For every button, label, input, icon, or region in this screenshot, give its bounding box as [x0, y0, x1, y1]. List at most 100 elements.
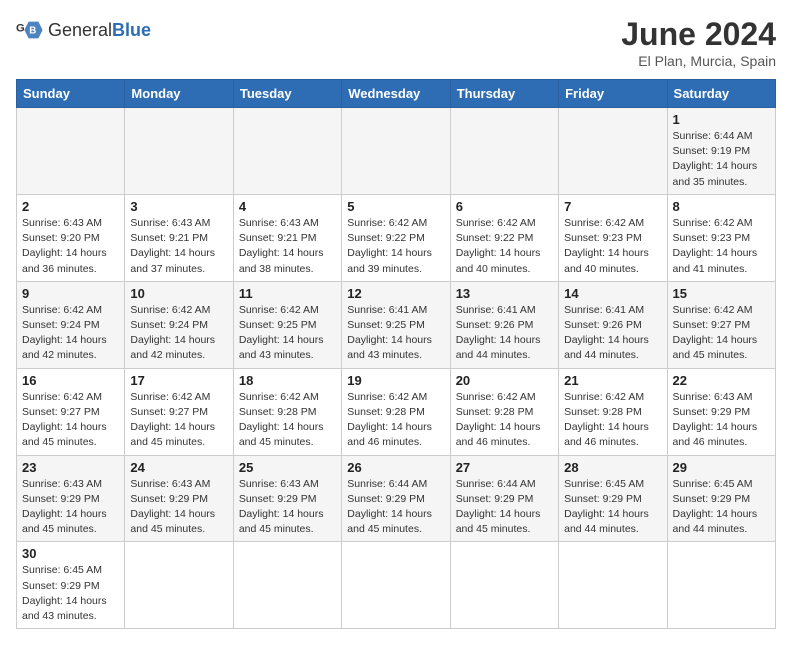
day-number: 9 [22, 286, 119, 301]
calendar-cell: 27 Sunrise: 6:44 AM Sunset: 9:29 PM Dayli… [450, 455, 558, 542]
calendar-cell [559, 542, 667, 629]
col-header-sunday: Sunday [17, 80, 125, 108]
day-info: Sunrise: 6:42 AM Sunset: 9:23 PM Dayligh… [564, 216, 661, 277]
day-number: 27 [456, 460, 553, 475]
calendar-cell: 11 Sunrise: 6:42 AM Sunset: 9:25 PM Dayli… [233, 281, 341, 368]
calendar-cell: 15 Sunrise: 6:42 AM Sunset: 9:27 PM Dayli… [667, 281, 775, 368]
svg-text:B: B [29, 26, 36, 37]
generalblue-logo-icon: G B [16, 16, 44, 44]
calendar-cell: 2Sunrise: 6:43 AM Sunset: 9:20 PM Daylig… [17, 194, 125, 281]
calendar-cell [450, 542, 558, 629]
calendar-cell [125, 108, 233, 195]
calendar-header-row: SundayMondayTuesdayWednesdayThursdayFrid… [17, 80, 776, 108]
calendar-cell [559, 108, 667, 195]
calendar-cell: 5 Sunrise: 6:42 AM Sunset: 9:22 PM Daylig… [342, 194, 450, 281]
day-info: Sunrise: 6:43 AM Sunset: 9:29 PM Dayligh… [22, 477, 119, 538]
col-header-tuesday: Tuesday [233, 80, 341, 108]
day-info: Sunrise: 6:43 AM Sunset: 9:21 PM Dayligh… [239, 216, 336, 277]
day-info: Sunrise: 6:41 AM Sunset: 9:25 PM Dayligh… [347, 303, 444, 364]
day-info: Sunrise: 6:44 AM Sunset: 9:29 PM Dayligh… [456, 477, 553, 538]
day-info: Sunrise: 6:42 AM Sunset: 9:22 PM Dayligh… [456, 216, 553, 277]
calendar-cell: 21 Sunrise: 6:42 AM Sunset: 9:28 PM Dayli… [559, 368, 667, 455]
calendar-cell: 14Sunrise: 6:41 AM Sunset: 9:26 PM Dayli… [559, 281, 667, 368]
calendar-week-row: 16 Sunrise: 6:42 AM Sunset: 9:27 PM Dayli… [17, 368, 776, 455]
day-info: Sunrise: 6:43 AM Sunset: 9:29 PM Dayligh… [130, 477, 227, 538]
day-number: 30 [22, 546, 119, 561]
calendar-cell [17, 108, 125, 195]
day-number: 5 [347, 199, 444, 214]
day-number: 18 [239, 373, 336, 388]
calendar-cell: 4 Sunrise: 6:43 AM Sunset: 9:21 PM Daylig… [233, 194, 341, 281]
day-number: 2 [22, 199, 119, 214]
day-info: Sunrise: 6:42 AM Sunset: 9:24 PM Dayligh… [130, 303, 227, 364]
day-number: 14 [564, 286, 661, 301]
calendar-cell [233, 542, 341, 629]
day-number: 23 [22, 460, 119, 475]
col-header-friday: Friday [559, 80, 667, 108]
svg-text:G: G [16, 22, 25, 34]
day-number: 1 [673, 112, 770, 127]
day-info: Sunrise: 6:44 AM Sunset: 9:19 PM Dayligh… [673, 129, 770, 190]
day-info: Sunrise: 6:42 AM Sunset: 9:24 PM Dayligh… [22, 303, 119, 364]
day-number: 8 [673, 199, 770, 214]
calendar-cell: 28Sunrise: 6:45 AM Sunset: 9:29 PM Dayli… [559, 455, 667, 542]
calendar-cell: 16 Sunrise: 6:42 AM Sunset: 9:27 PM Dayli… [17, 368, 125, 455]
day-number: 7 [564, 199, 661, 214]
day-number: 26 [347, 460, 444, 475]
page-header: G B GeneralBlue June 2024 El Plan, Murci… [16, 16, 776, 69]
day-info: Sunrise: 6:44 AM Sunset: 9:29 PM Dayligh… [347, 477, 444, 538]
day-info: Sunrise: 6:43 AM Sunset: 9:29 PM Dayligh… [673, 390, 770, 451]
day-info: Sunrise: 6:42 AM Sunset: 9:27 PM Dayligh… [22, 390, 119, 451]
calendar-cell: 10 Sunrise: 6:42 AM Sunset: 9:24 PM Dayli… [125, 281, 233, 368]
calendar-cell: 23 Sunrise: 6:43 AM Sunset: 9:29 PM Dayli… [17, 455, 125, 542]
calendar-cell: 26 Sunrise: 6:44 AM Sunset: 9:29 PM Dayli… [342, 455, 450, 542]
calendar-cell: 7 Sunrise: 6:42 AM Sunset: 9:23 PM Daylig… [559, 194, 667, 281]
calendar-cell: 18 Sunrise: 6:42 AM Sunset: 9:28 PM Dayli… [233, 368, 341, 455]
day-number: 13 [456, 286, 553, 301]
day-number: 16 [22, 373, 119, 388]
col-header-thursday: Thursday [450, 80, 558, 108]
day-info: Sunrise: 6:42 AM Sunset: 9:27 PM Dayligh… [130, 390, 227, 451]
day-number: 11 [239, 286, 336, 301]
day-info: Sunrise: 6:42 AM Sunset: 9:22 PM Dayligh… [347, 216, 444, 277]
day-number: 6 [456, 199, 553, 214]
day-number: 10 [130, 286, 227, 301]
calendar-cell: 12 Sunrise: 6:41 AM Sunset: 9:25 PM Dayli… [342, 281, 450, 368]
day-info: Sunrise: 6:42 AM Sunset: 9:28 PM Dayligh… [456, 390, 553, 451]
calendar-cell: 9 Sunrise: 6:42 AM Sunset: 9:24 PM Daylig… [17, 281, 125, 368]
day-info: Sunrise: 6:45 AM Sunset: 9:29 PM Dayligh… [22, 563, 119, 624]
logo-text: GeneralBlue [48, 20, 151, 41]
calendar-cell [342, 542, 450, 629]
day-info: Sunrise: 6:42 AM Sunset: 9:28 PM Dayligh… [239, 390, 336, 451]
day-info: Sunrise: 6:42 AM Sunset: 9:23 PM Dayligh… [673, 216, 770, 277]
day-info: Sunrise: 6:41 AM Sunset: 9:26 PM Dayligh… [456, 303, 553, 364]
calendar-title: June 2024 [621, 16, 776, 53]
day-info: Sunrise: 6:42 AM Sunset: 9:27 PM Dayligh… [673, 303, 770, 364]
calendar-cell [450, 108, 558, 195]
calendar-cell: 17 Sunrise: 6:42 AM Sunset: 9:27 PM Dayli… [125, 368, 233, 455]
calendar-cell [342, 108, 450, 195]
calendar-cell: 22Sunrise: 6:43 AM Sunset: 9:29 PM Dayli… [667, 368, 775, 455]
calendar-cell [233, 108, 341, 195]
day-info: Sunrise: 6:42 AM Sunset: 9:28 PM Dayligh… [347, 390, 444, 451]
day-number: 24 [130, 460, 227, 475]
day-number: 21 [564, 373, 661, 388]
calendar-week-row: 1 Sunrise: 6:44 AM Sunset: 9:19 PM Daylig… [17, 108, 776, 195]
day-number: 4 [239, 199, 336, 214]
day-info: Sunrise: 6:42 AM Sunset: 9:25 PM Dayligh… [239, 303, 336, 364]
calendar-week-row: 2Sunrise: 6:43 AM Sunset: 9:20 PM Daylig… [17, 194, 776, 281]
col-header-wednesday: Wednesday [342, 80, 450, 108]
title-block: June 2024 El Plan, Murcia, Spain [621, 16, 776, 69]
calendar-cell: 25Sunrise: 6:43 AM Sunset: 9:29 PM Dayli… [233, 455, 341, 542]
day-info: Sunrise: 6:43 AM Sunset: 9:29 PM Dayligh… [239, 477, 336, 538]
day-number: 3 [130, 199, 227, 214]
calendar-cell [125, 542, 233, 629]
calendar-cell: 3Sunrise: 6:43 AM Sunset: 9:21 PM Daylig… [125, 194, 233, 281]
day-info: Sunrise: 6:42 AM Sunset: 9:28 PM Dayligh… [564, 390, 661, 451]
calendar-cell: 29Sunrise: 6:45 AM Sunset: 9:29 PM Dayli… [667, 455, 775, 542]
day-number: 17 [130, 373, 227, 388]
day-info: Sunrise: 6:45 AM Sunset: 9:29 PM Dayligh… [673, 477, 770, 538]
day-number: 12 [347, 286, 444, 301]
day-number: 15 [673, 286, 770, 301]
day-number: 20 [456, 373, 553, 388]
